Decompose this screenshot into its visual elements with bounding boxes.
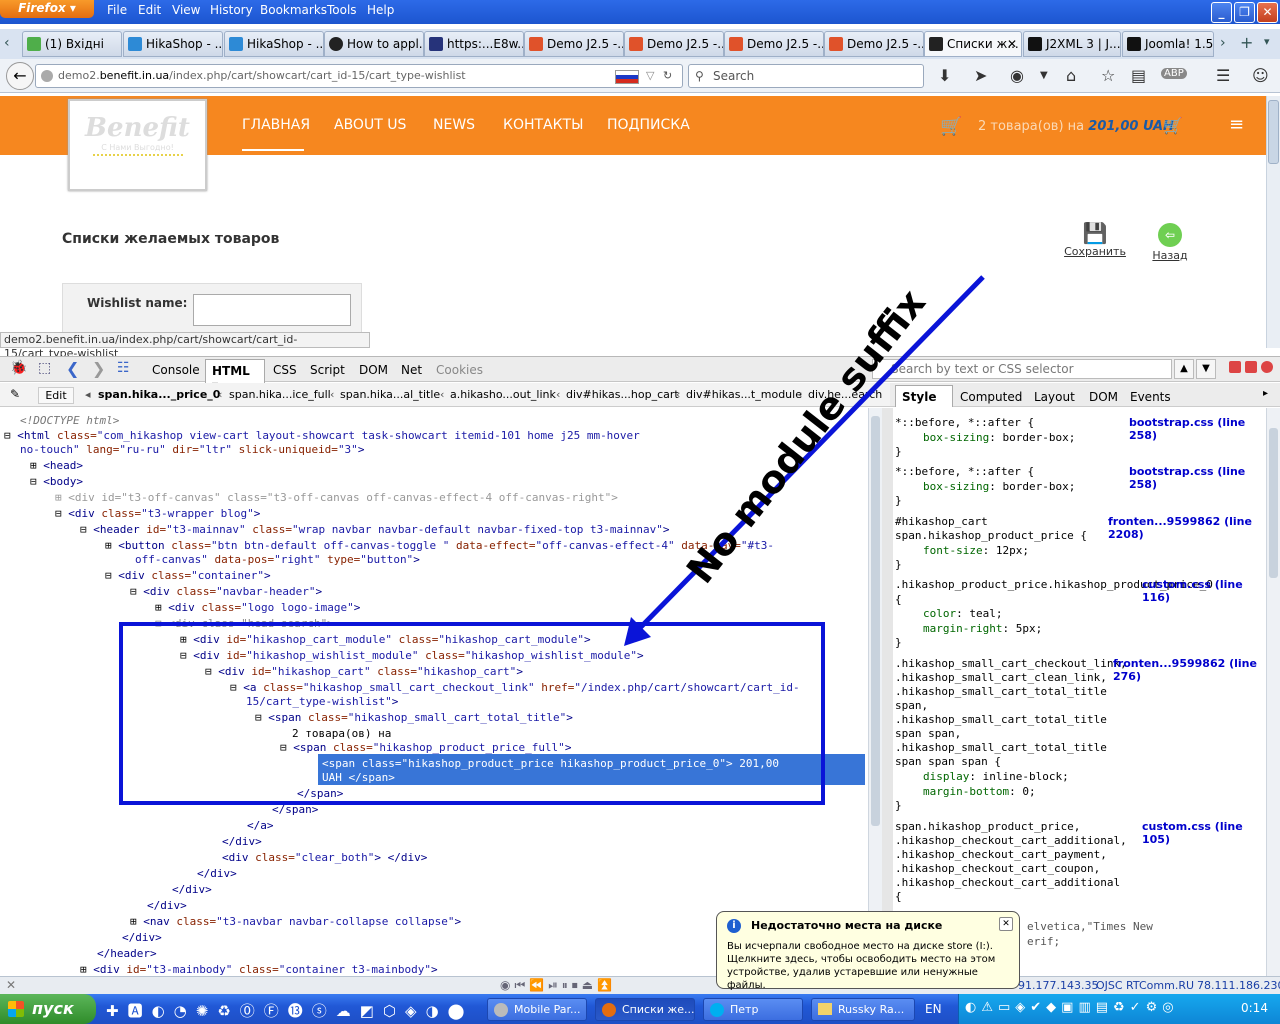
ip-address: 91.177.143.35 — [1018, 979, 1099, 992]
balloon-body: Вы исчерпали свободное место на диске st… — [727, 941, 996, 991]
close-icon[interactable]: ✕ — [999, 917, 1013, 931]
folder-icon — [818, 1003, 832, 1015]
close-icon[interactable]: ✕ — [6, 978, 16, 992]
taskbar-item[interactable]: Mobile Par... — [487, 998, 587, 1021]
taskbar-item-active[interactable]: Списки же... — [595, 998, 695, 1021]
taskbar-item[interactable]: Петр — [703, 998, 803, 1021]
system-tray: ◐⚠▭◈✔◆▣▥▤♻✓⚙◎ 0:14 — [958, 994, 1280, 1024]
firefox-icon — [602, 1003, 616, 1017]
skype-icon — [710, 1003, 724, 1017]
low-disk-balloon[interactable]: i Недостаточно места на диске ✕ Вы исчер… — [716, 911, 1020, 991]
language-indicator[interactable]: EN — [925, 1002, 942, 1016]
annotation-arrow — [624, 275, 985, 646]
browser-status-bar: ✕ ◉⏮⏪⏯⏸⏹⏏⏫ 91.177.143.35 OJSC RTComm.RU … — [0, 976, 1280, 994]
info-icon: i — [727, 919, 741, 933]
start-button[interactable]: пуск — [0, 994, 96, 1024]
balloon-title: Недостаточно места на диске — [751, 919, 943, 932]
app-icon — [494, 1003, 508, 1017]
windows-logo-icon — [8, 1001, 24, 1017]
taskbar-item[interactable]: Russky Ra... — [811, 998, 915, 1021]
clock[interactable]: 0:14 — [1241, 1001, 1268, 1015]
isp-name: OJSC RTComm.RU — [1096, 979, 1195, 992]
quick-launch-icons[interactable]: ✚🅰◐◔✺♻⓪Ⓕ⓭ⓢ☁◩⬡◈◑⬤ — [106, 1000, 473, 1021]
media-controls[interactable]: ◉⏮⏪⏯⏸⏹⏏⏫ — [500, 978, 616, 993]
ip-address-2: 78.111.186.230 — [1197, 979, 1280, 992]
tray-icons[interactable]: ◐⚠▭◈✔◆▣▥▤♻✓⚙◎ — [965, 1000, 1179, 1015]
